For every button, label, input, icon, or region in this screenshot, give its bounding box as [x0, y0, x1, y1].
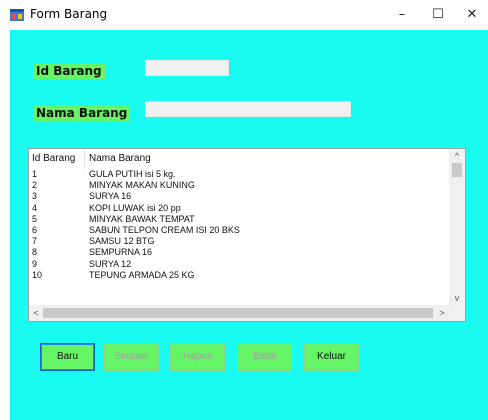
cell-id: 2 [32, 180, 38, 191]
grid-header: Id Barang Nama Barang [29, 149, 449, 169]
hapus-button[interactable]: Hapus [170, 343, 225, 371]
table-row[interactable]: 4 KOPI LUWAK isi 20 pp [29, 203, 449, 214]
vertical-scrollbar[interactable]: ^ v [449, 149, 465, 305]
table-row[interactable]: 3 SURYA 16 [29, 191, 449, 202]
maximize-button[interactable]: ☐ [423, 4, 453, 26]
cell-nama: SURYA 12 [89, 258, 132, 269]
minimize-button[interactable]: – [387, 4, 417, 26]
baru-button[interactable]: Baru [40, 343, 95, 371]
horizontal-scrollbar[interactable]: < > [29, 305, 449, 321]
cell-id: 10 [32, 269, 43, 280]
nama-barang-label: Nama Barang [33, 105, 131, 121]
table-row[interactable]: 2 MINYAK MAKAN KUNING [29, 180, 449, 191]
scroll-up-icon[interactable]: ^ [449, 149, 465, 163]
close-button[interactable]: ✕ [457, 4, 487, 26]
scrollbar-corner [449, 305, 465, 321]
column-header-id[interactable]: Id Barang [32, 153, 75, 164]
scroll-down-icon[interactable]: v [449, 291, 465, 305]
cell-nama: SEMPURNA 16 [89, 247, 153, 258]
cell-nama: SURYA 16 [89, 191, 132, 202]
column-header-nama[interactable]: Nama Barang [89, 153, 151, 164]
barang-data-grid[interactable]: Id Barang Nama Barang 1 GULA PUTIH isi 5 … [28, 148, 466, 322]
nama-barang-input[interactable] [145, 101, 351, 117]
cell-id: 3 [32, 191, 38, 202]
scroll-left-icon[interactable]: < [29, 305, 43, 321]
cell-id: 9 [32, 258, 38, 269]
table-row[interactable]: 9 SURYA 12 [29, 259, 449, 270]
cell-nama: KOPI LUWAK isi 20 pp [89, 202, 181, 213]
cell-nama: SABUN TELPON CREAM ISI 20 BKS [89, 224, 240, 235]
cell-id: 4 [32, 202, 38, 213]
id-barang-label: Id Barang [33, 63, 105, 79]
horizontal-scroll-thumb[interactable] [43, 308, 433, 318]
grid-rows: 1 GULA PUTIH isi 5 kg. 2 MINYAK MAKAN KUNIN… [29, 169, 449, 281]
table-row[interactable]: 10 TEPUNG ARMADA 25 KG [29, 270, 449, 281]
simpan-button[interactable]: Simpan [104, 343, 159, 371]
cell-nama: SAMSU 12 BTG [89, 236, 155, 247]
cell-id: 1 [32, 169, 38, 179]
cell-nama: TEPUNG ARMADA 25 KG [89, 269, 195, 280]
cell-nama: GULA PUTIH isi 5 kg. [89, 169, 176, 179]
cell-nama: MINYAK BAWAK TEMPAT [89, 213, 195, 224]
batal-button[interactable]: Batal [237, 343, 292, 371]
table-row[interactable]: 6 SABUN TELPON CREAM ISI 20 BKS [29, 225, 449, 236]
table-row[interactable]: 8 SEMPURNA 16 [29, 247, 449, 258]
table-row[interactable]: 7 SAMSU 12 BTG [29, 236, 449, 247]
cell-id: 5 [32, 213, 38, 224]
form-app-icon [10, 9, 24, 21]
window-title: Form Barang [30, 7, 108, 21]
column-separator[interactable] [84, 149, 85, 169]
cell-nama: MINYAK MAKAN KUNING [89, 180, 195, 191]
table-row[interactable]: 1 GULA PUTIH isi 5 kg. [29, 169, 449, 180]
title-bar: Form Barang – ☐ ✕ [0, 0, 488, 30]
cell-id: 6 [32, 224, 38, 235]
id-barang-input[interactable] [145, 60, 229, 76]
keluar-button[interactable]: Keluar [304, 343, 359, 371]
scroll-right-icon[interactable]: > [435, 305, 449, 321]
vertical-scroll-thumb[interactable] [452, 163, 462, 177]
cell-id: 8 [32, 247, 38, 258]
cell-id: 7 [32, 236, 38, 247]
table-row[interactable]: 5 MINYAK BAWAK TEMPAT [29, 214, 449, 225]
